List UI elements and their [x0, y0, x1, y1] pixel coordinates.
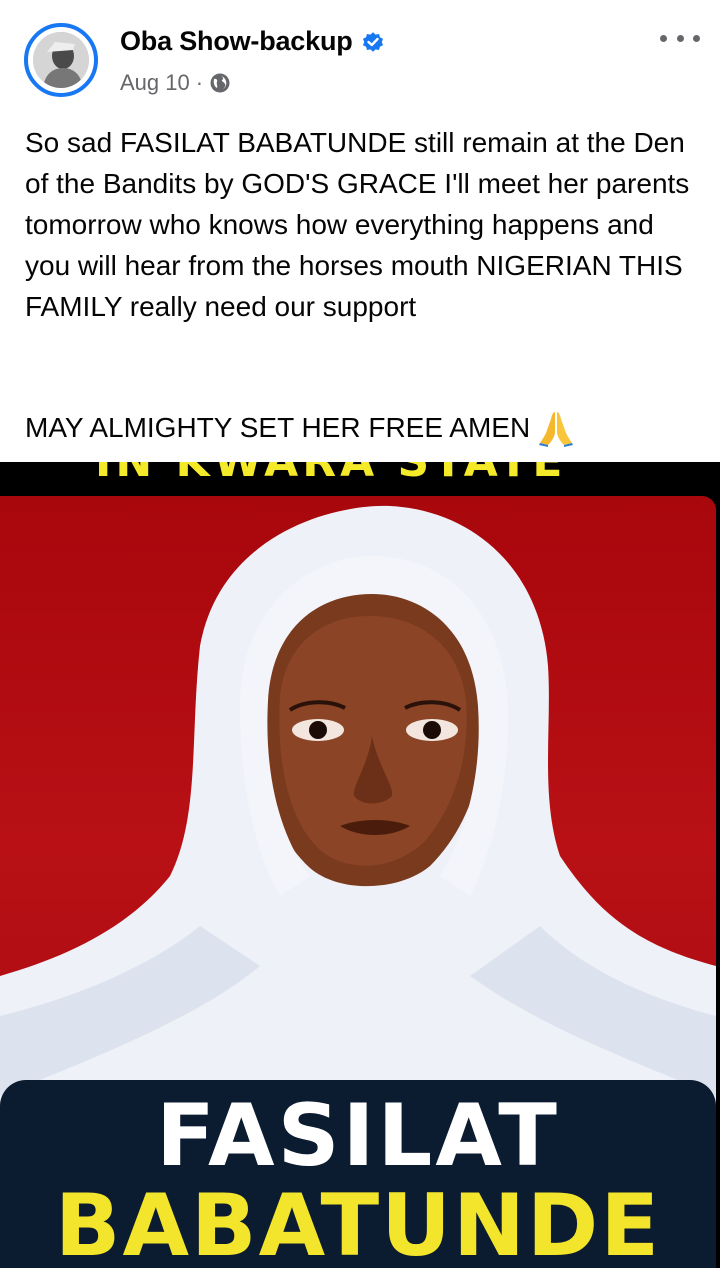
- more-dot: [693, 34, 700, 42]
- verified-badge-icon: [362, 31, 383, 52]
- more-dot: [660, 34, 667, 42]
- author-name[interactable]: Oba Show-backup: [120, 26, 353, 57]
- post-photo[interactable]: IN KWARA STATE FASILAT BABATUND: [0, 462, 720, 1268]
- post-body-text: So sad FASILAT BABATUNDE still remain at…: [25, 127, 698, 322]
- missing-person-poster: FASILAT BABATUNDE: [0, 496, 716, 1268]
- poster-first-name: FASILAT: [156, 1086, 560, 1186]
- more-options-icon[interactable]: [660, 27, 700, 49]
- photo-banner: IN KWARA STATE: [0, 462, 720, 494]
- post-closing-line: MAY ALMIGHTY SET HER FREE AMEN: [25, 407, 574, 448]
- author-avatar[interactable]: [24, 23, 98, 97]
- more-dot: [676, 34, 684, 42]
- post-date[interactable]: Aug 10: [120, 70, 190, 96]
- post-header: Oba Show-backup Aug 10 ·: [0, 0, 720, 110]
- meta-separator: ·: [195, 70, 204, 95]
- globe-icon: [210, 73, 230, 93]
- closing-text: MAY ALMIGHTY SET HER FREE AMEN: [25, 412, 531, 443]
- folded-hands-emoji: [539, 411, 574, 447]
- avatar-image: [33, 32, 89, 88]
- poster-last-name: BABATUNDE: [54, 1176, 662, 1268]
- banner-text: IN KWARA STATE: [95, 462, 566, 487]
